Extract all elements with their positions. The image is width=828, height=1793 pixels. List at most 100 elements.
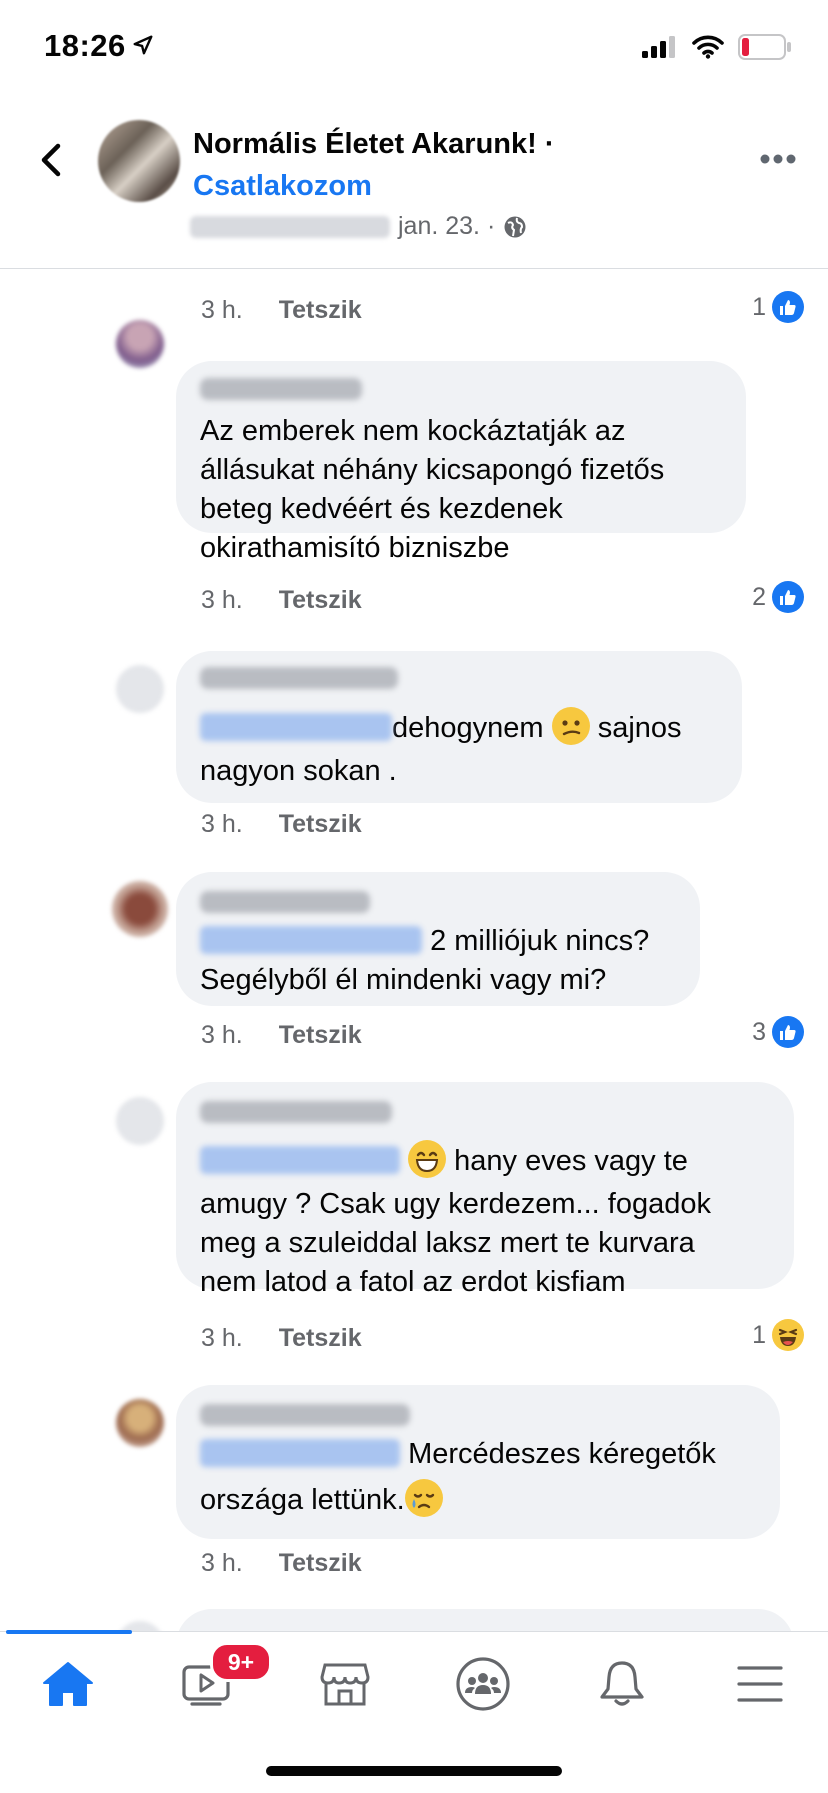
comment-text: sajnos — [597, 712, 682, 744]
comment-author-redacted[interactable] — [200, 891, 370, 913]
comment-text-line: országa lettünk. — [200, 1479, 443, 1520]
group-name[interactable]: Normális Életet Akarunk! · — [193, 128, 555, 161]
commenter-avatar[interactable] — [116, 1097, 164, 1145]
comment-author-redacted[interactable] — [200, 667, 398, 689]
groups-icon — [456, 1657, 510, 1711]
menu-icon — [737, 1666, 783, 1702]
globe-icon — [504, 216, 526, 237]
haha-reaction-icon — [772, 1319, 804, 1351]
reaction-count: 1 — [752, 1320, 766, 1349]
comment-time[interactable]: 3 h. — [201, 586, 243, 614]
nav-home[interactable] — [33, 1654, 103, 1714]
comment-text-line: beteg kedvéért és kezdenek — [200, 493, 563, 525]
comment-time[interactable]: 3 h. — [201, 296, 243, 324]
comment-text: dehogynem — [392, 712, 544, 744]
confused-face-emoji — [551, 707, 590, 745]
comment-author-redacted[interactable] — [200, 1404, 410, 1426]
comment-time[interactable]: 3 h. — [201, 1021, 243, 1049]
comment-actions: 3 h. Tetszik — [201, 810, 362, 832]
reaction-summary[interactable]: 1 — [752, 291, 804, 323]
comment-time[interactable]: 3 h. — [201, 1324, 243, 1352]
commenter-avatar[interactable] — [116, 665, 164, 713]
reaction-summary[interactable]: 1 — [752, 1319, 804, 1351]
like-button[interactable]: Tetszik — [279, 296, 362, 324]
comment-actions: 3 h. Tetszik — [201, 1021, 362, 1050]
commenter-avatar[interactable] — [116, 1399, 164, 1447]
comment-actions: 3 h. Tetszik — [201, 1324, 362, 1353]
home-indicator[interactable] — [266, 1766, 562, 1776]
mention-redacted[interactable] — [200, 713, 392, 741]
group-avatar[interactable] — [98, 120, 180, 202]
comment-text-line: hany eves vagy te — [200, 1140, 688, 1181]
signal-icon — [642, 36, 675, 58]
join-group-link[interactable]: Csatlakozom — [193, 170, 372, 203]
post-date[interactable]: jan. 23. · — [398, 212, 495, 241]
active-tab-indicator — [6, 1630, 132, 1634]
comment-text: 2 milliójuk nincs? — [430, 925, 650, 957]
like-button[interactable]: Tetszik — [279, 1324, 362, 1352]
comment-text-line: meg a szuleiddal laksz mert te kurvara — [200, 1227, 695, 1259]
reaction-summary[interactable]: 2 — [752, 581, 804, 613]
comment-actions: 3 h. Tetszik — [201, 586, 362, 615]
like-button[interactable]: Tetszik — [279, 1549, 362, 1577]
comment-time[interactable]: 3 h. — [201, 810, 243, 832]
comment-text-line: Mercédeszes kéregetők — [200, 1434, 716, 1474]
comment-author-redacted[interactable] — [200, 1101, 392, 1123]
comment-actions: 3 h. Tetszik — [201, 296, 362, 325]
like-reaction-icon — [772, 581, 804, 613]
back-button[interactable] — [32, 140, 72, 180]
nav-menu[interactable] — [725, 1654, 795, 1714]
post-meta: jan. 23. · — [190, 212, 527, 241]
more-options-button[interactable] — [760, 152, 796, 164]
like-reaction-icon — [772, 1016, 804, 1048]
watch-notification-badge: 9+ — [210, 1642, 272, 1682]
status-time: 18:26 — [44, 28, 154, 64]
comments-list[interactable]: 3 h. Tetszik 1 Az emberek nem kockáztatjá… — [0, 269, 828, 1631]
comment-text: Mercédeszes kéregetők — [408, 1438, 716, 1470]
like-button[interactable]: Tetszik — [279, 1021, 362, 1049]
comment-text-line: nem latod a fatol az erdot kisfiam — [200, 1266, 626, 1298]
chevron-left-icon — [41, 143, 61, 177]
commenter-avatar[interactable] — [116, 320, 164, 368]
location-arrow-icon — [132, 28, 154, 64]
commenter-avatar[interactable] — [112, 881, 168, 937]
comment-text-line: dehogynem sajnos — [200, 707, 682, 748]
clock-text: 18:26 — [44, 28, 126, 63]
mention-redacted[interactable] — [200, 1439, 400, 1467]
author-name-redacted — [190, 215, 390, 238]
comment-author-redacted[interactable] — [200, 378, 362, 400]
reaction-summary[interactable]: 3 — [752, 1016, 804, 1048]
comment-text-line: állásukat néhány kicsapongó fizetős — [200, 454, 665, 486]
comment-text: országa lettünk. — [200, 1484, 405, 1516]
nav-groups[interactable] — [448, 1654, 518, 1714]
comment-time[interactable]: 3 h. — [201, 1549, 243, 1577]
comment-text-line: Segélyből él mindenki vagy mi? — [200, 964, 607, 996]
comment-text-line: okirathamisító bizniszbe — [200, 532, 510, 564]
marketplace-icon — [320, 1663, 370, 1706]
status-icons — [642, 34, 792, 60]
comment-text-line: amugy ? Csak ugy kerdezem... fogadok — [200, 1188, 711, 1220]
ellipsis-icon — [760, 154, 796, 164]
nav-marketplace[interactable] — [310, 1654, 380, 1714]
grinning-face-emoji — [408, 1140, 447, 1178]
mention-redacted[interactable] — [200, 1146, 400, 1174]
home-icon — [43, 1662, 93, 1706]
nav-notifications[interactable] — [587, 1654, 657, 1714]
wifi-icon — [692, 35, 724, 59]
post-header: Normális Életet Akarunk! · Csatlakozom j… — [0, 100, 828, 269]
notifications-icon — [600, 1661, 644, 1706]
like-button[interactable]: Tetszik — [279, 586, 362, 614]
mention-redacted[interactable] — [200, 926, 422, 954]
reaction-count: 2 — [752, 582, 766, 611]
comment-actions: 3 h. Tetszik — [201, 1549, 362, 1578]
comment-text: hany eves vagy te — [454, 1145, 688, 1177]
reaction-count: 1 — [752, 292, 766, 321]
comment-bubble-partial[interactable] — [176, 1609, 794, 1631]
crying-face-emoji — [404, 1479, 443, 1517]
battery-icon — [738, 34, 791, 60]
like-button[interactable]: Tetszik — [279, 810, 362, 832]
comment-text-line: Az emberek nem kockáztatják az — [200, 415, 626, 447]
reaction-count: 3 — [752, 1017, 766, 1046]
like-reaction-icon — [772, 291, 804, 323]
comment-text-line: 2 milliójuk nincs? — [200, 921, 649, 961]
